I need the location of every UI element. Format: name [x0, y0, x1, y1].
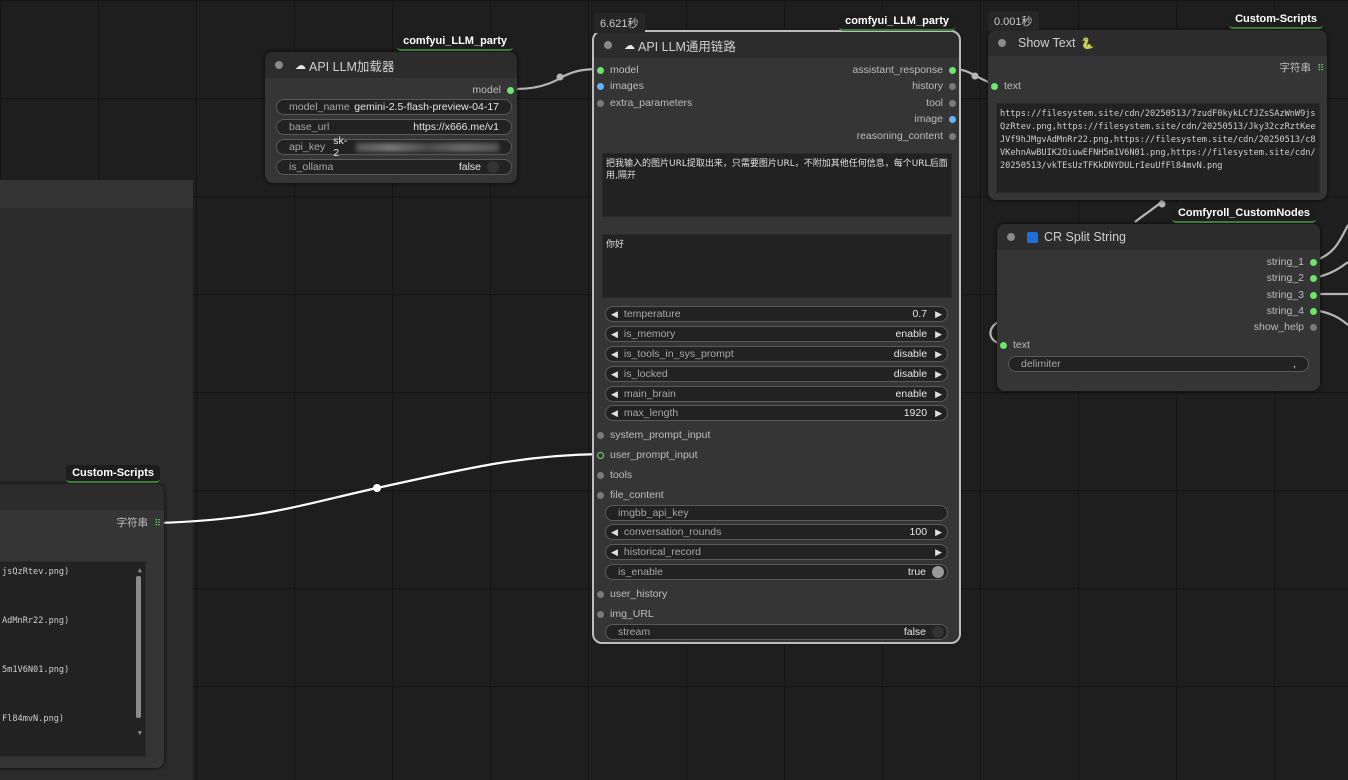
- cloud-icon: ☁: [295, 59, 306, 72]
- wire-model-dot: [556, 73, 564, 81]
- widget-api-key[interactable]: api_key sk-2: [276, 135, 512, 159]
- output-pin-icon: [507, 87, 514, 94]
- widget-is-memory[interactable]: ◀ is_memory enable ▶: [605, 326, 948, 342]
- node-cr-split-string[interactable]: Comfyroll_CustomNodes CR Split String st…: [997, 205, 1320, 391]
- widget-delimiter[interactable]: delimiter,: [1008, 356, 1309, 372]
- input-slot-text[interactable]: text: [997, 338, 1030, 352]
- output-slot-tool[interactable]: tool: [926, 96, 959, 110]
- execution-time: 0.001秒: [988, 11, 1039, 31]
- cloud-icon: ☁: [624, 39, 635, 52]
- widget-historical-record[interactable]: ◀ historical_record ▶: [605, 544, 948, 560]
- widget-model-name[interactable]: model_name gemini-2.5-flash-preview-04-17: [276, 99, 512, 115]
- widget-conversation-rounds[interactable]: ◀ conversation_rounds 100 ▶: [605, 524, 948, 540]
- node-title: Show Text: [1018, 36, 1076, 50]
- collapse-dot-icon[interactable]: [998, 39, 1006, 47]
- show-text-output-area[interactable]: https://filesystem.site/cdn/20250513/7zu…: [996, 103, 1320, 193]
- output-slot-image[interactable]: image: [914, 112, 959, 126]
- node-title: CR Split String: [1044, 230, 1126, 244]
- output-slot-string[interactable]: 字符串 ⠿: [117, 516, 165, 530]
- wire-split-dot: [1158, 200, 1166, 208]
- wire-showtext-split: [1134, 199, 1164, 223]
- input-slot-images[interactable]: images: [594, 79, 644, 93]
- node-badge: Comfyroll_CustomNodes: [1171, 205, 1316, 223]
- system-prompt-textarea[interactable]: 把我输入的图片URL提取出来，只需要图片URL，不附加其他任何信息，每个URL后…: [602, 153, 952, 217]
- collapse-dot-icon[interactable]: [604, 41, 612, 49]
- input-slot-model[interactable]: model: [594, 63, 639, 77]
- wire-response-dot: [971, 72, 979, 80]
- output-slot-string-1[interactable]: string_1: [1267, 255, 1320, 269]
- node-title-bar[interactable]: Show Text 🐍: [988, 30, 1327, 56]
- output-slot-model[interactable]: model: [472, 83, 517, 97]
- node-show-text[interactable]: 0.001秒 Custom-Scripts Show Text 🐍 字符串 ⠿ t…: [988, 11, 1328, 200]
- widget-temperature[interactable]: ◀ temperature 0.7 ▶: [605, 306, 948, 322]
- scrollbar[interactable]: [136, 576, 141, 718]
- node-title: API LLM通用链路: [638, 39, 736, 54]
- input-slot-img-url[interactable]: img_URL: [594, 607, 654, 621]
- widget-is-ollama[interactable]: is_ollama false: [276, 159, 512, 175]
- node-badge: Custom-Scripts: [1229, 11, 1323, 29]
- execution-time: 6.621秒: [594, 13, 645, 33]
- node-title-bar[interactable]: ☁ API LLM通用链路: [594, 32, 959, 58]
- output-slot-string-2[interactable]: string_2: [1267, 271, 1320, 285]
- widget-stream[interactable]: stream false: [605, 624, 948, 640]
- scroll-up-icon[interactable]: ▲: [138, 564, 142, 577]
- node-api-llm-loader[interactable]: comfyui_LLM_party ☁ API LLM加载器 model mod…: [265, 33, 517, 183]
- wire-reroute-dot: [373, 484, 381, 492]
- widget-max-length[interactable]: ◀ max_length 1920 ▶: [605, 405, 948, 421]
- input-slot-system-prompt-input[interactable]: system_prompt_input: [594, 428, 710, 442]
- masked-key: [356, 142, 499, 152]
- input-slot-extra-parameters[interactable]: extra_parameters: [594, 96, 692, 110]
- input-slot-user-history[interactable]: user_history: [594, 587, 667, 601]
- widget-main-brain[interactable]: ◀ main_brain enable ▶: [605, 386, 948, 402]
- node-badge: Custom-Scripts: [66, 465, 160, 483]
- user-prompt-textarea[interactable]: 你好: [602, 234, 952, 298]
- widget-imgbb-api-key[interactable]: imgbb_api_key: [605, 505, 948, 521]
- wire-user-prompt: [156, 452, 602, 525]
- python-icon: 🐍: [1080, 37, 1095, 50]
- output-slot-string[interactable]: 字符串 ⠿: [1280, 61, 1328, 75]
- output-slot-assistant-response[interactable]: assistant_response: [853, 63, 959, 77]
- output-slot-string-4[interactable]: string_4: [1267, 304, 1320, 318]
- wire-model: [516, 67, 602, 91]
- node-badge: comfyui_LLM_party: [397, 33, 513, 51]
- toggle-icon: [932, 626, 944, 638]
- input-slot-tools[interactable]: tools: [594, 468, 632, 482]
- node-show-text-left[interactable]: Custom-Scripts 字符串 ⠿ jsQzRtev.png) AdMnRr…: [0, 465, 165, 768]
- show-text-output-area[interactable]: jsQzRtev.png) AdMnRr22.png) 5m1V6N01.png…: [0, 561, 146, 757]
- widget-is-locked[interactable]: ◀ is_locked disable ▶: [605, 366, 948, 382]
- group-header[interactable]: [0, 180, 193, 208]
- widget-is-enable[interactable]: is_enable true: [605, 564, 948, 580]
- node-badge: comfyui_LLM_party: [839, 13, 955, 31]
- node-title-bar[interactable]: [0, 484, 164, 510]
- widget-base-url[interactable]: base_url https://x666.me/v1: [276, 119, 512, 135]
- input-slot-user-prompt-input[interactable]: user_prompt_input: [594, 448, 698, 462]
- grid-pin-icon: ⠿: [1317, 63, 1324, 73]
- input-slot-text[interactable]: text: [988, 79, 1021, 93]
- output-slot-string-3[interactable]: string_3: [1267, 288, 1320, 302]
- split-icon: [1027, 231, 1038, 243]
- toggle-icon: [487, 161, 499, 173]
- collapse-dot-icon[interactable]: [1007, 233, 1015, 241]
- output-slot-show-help[interactable]: show_help: [1254, 320, 1320, 334]
- collapse-dot-icon[interactable]: [275, 61, 283, 69]
- grid-pin-icon: ⠿: [154, 518, 161, 528]
- input-slot-file-content[interactable]: file_content: [594, 488, 664, 502]
- node-title-bar[interactable]: CR Split String: [997, 224, 1320, 250]
- output-slot-history[interactable]: history: [912, 79, 959, 93]
- node-title: API LLM加载器: [309, 59, 395, 74]
- toggle-icon: [932, 566, 944, 578]
- output-slot-reasoning-content[interactable]: reasoning_content: [857, 129, 959, 143]
- widget-is-tools-in-sys-prompt[interactable]: ◀ is_tools_in_sys_prompt disable ▶: [605, 346, 948, 362]
- node-api-llm-chain[interactable]: 6.621秒 comfyui_LLM_party ☁ API LLM通用链路 m…: [592, 13, 961, 644]
- scroll-down-icon[interactable]: ▼: [138, 727, 142, 740]
- node-title-bar[interactable]: ☁ API LLM加载器: [265, 52, 517, 78]
